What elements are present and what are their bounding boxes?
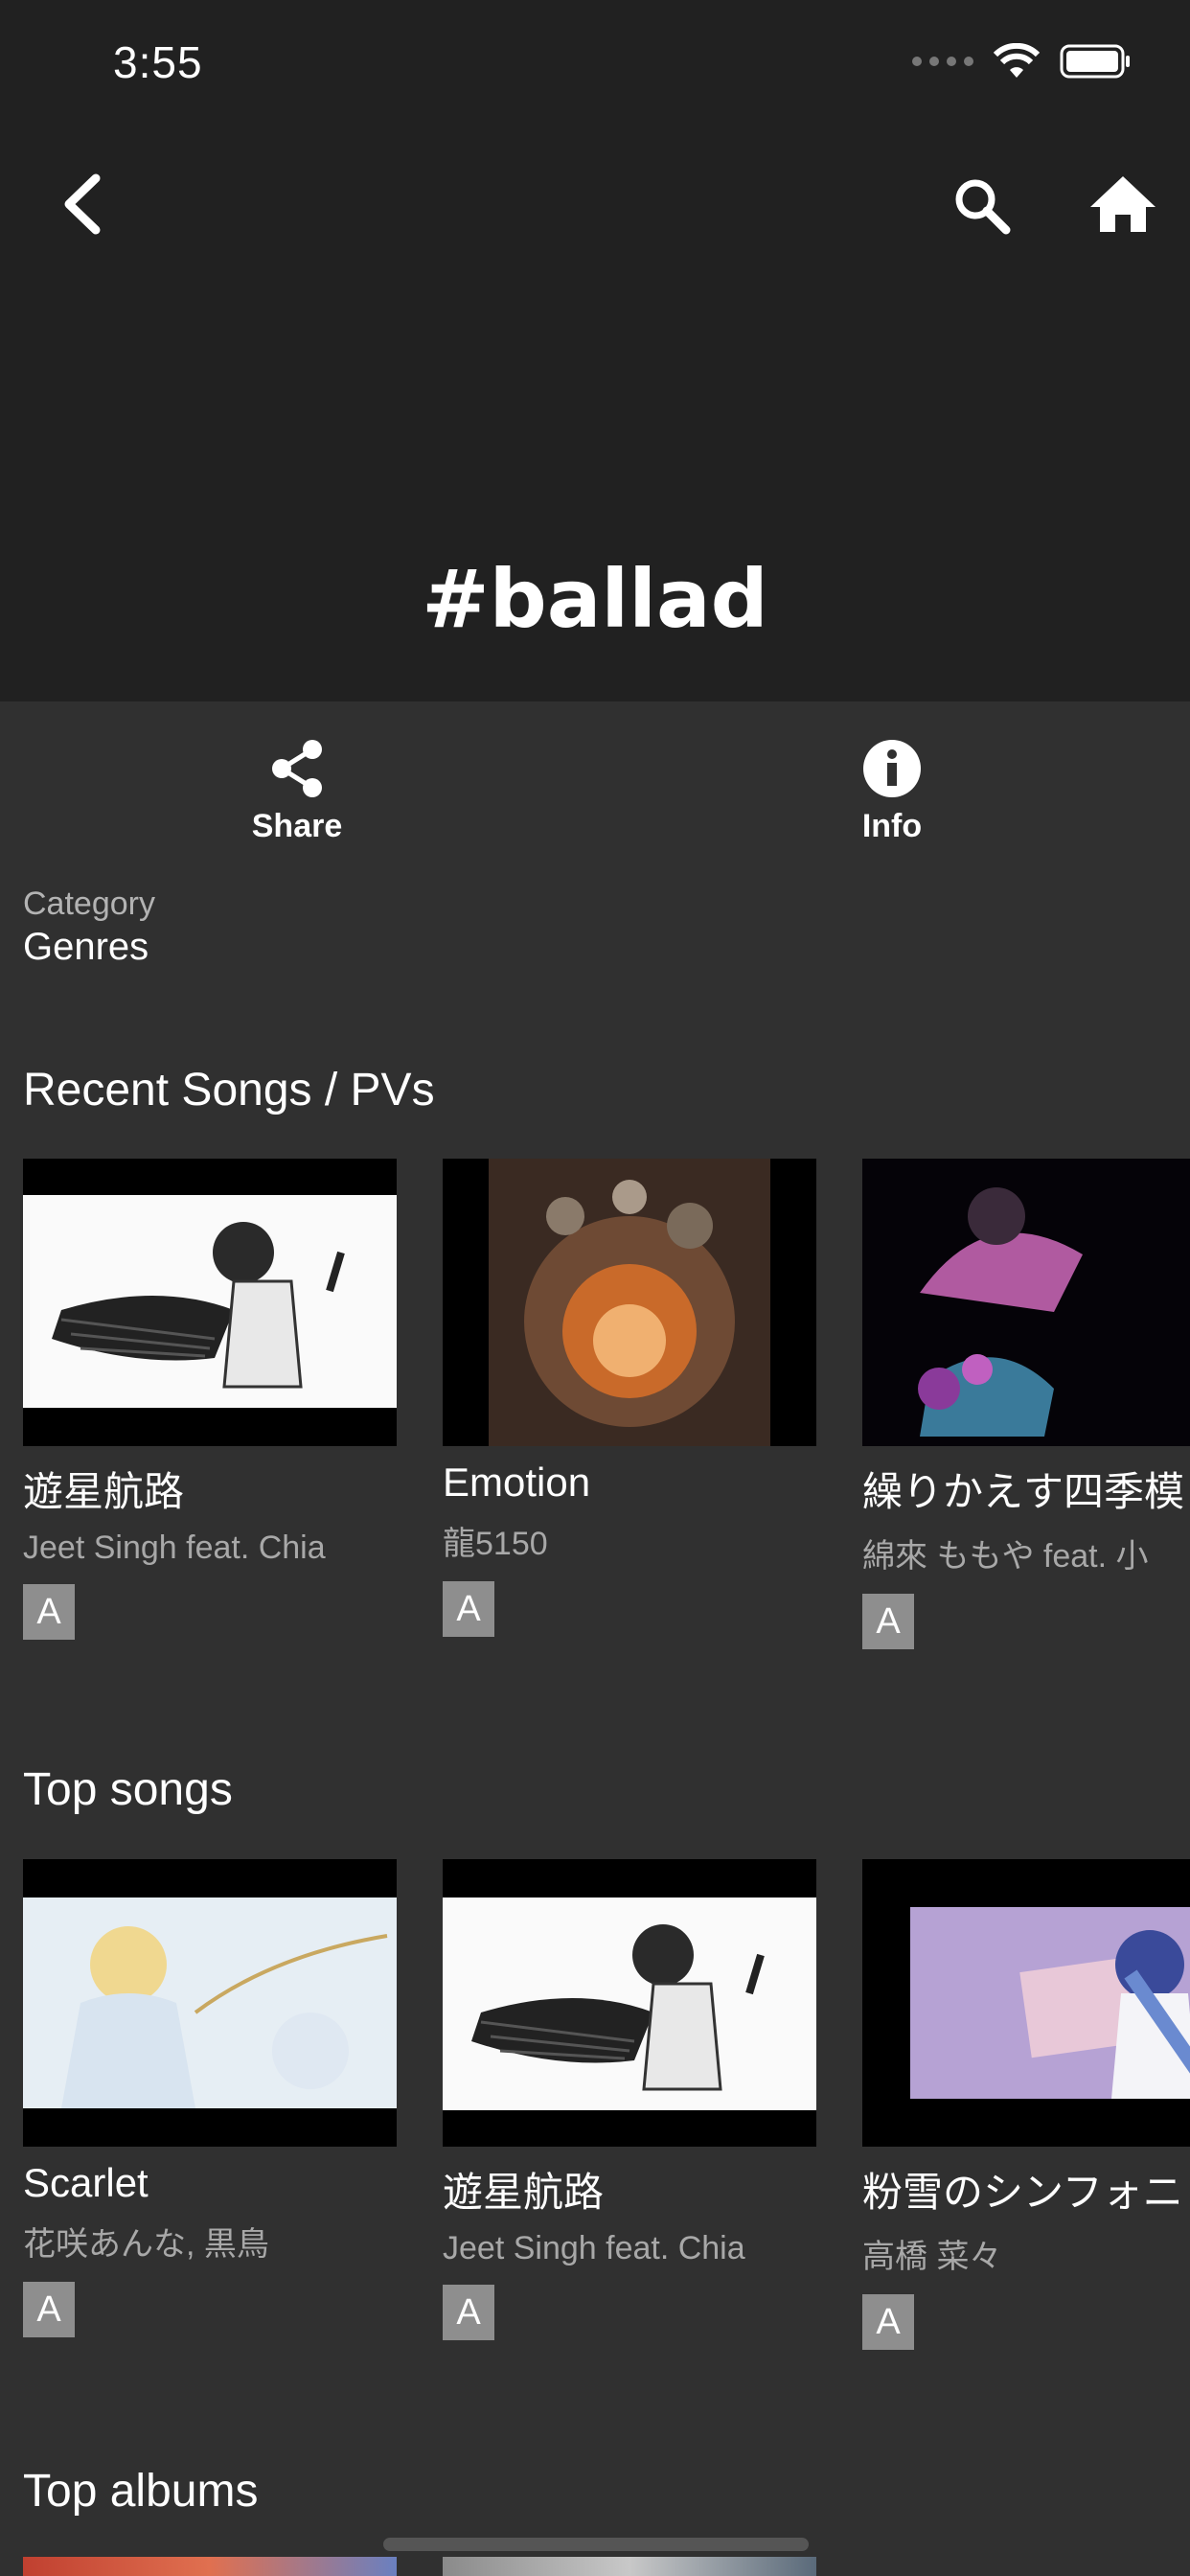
wifi-icon — [993, 43, 1041, 78]
song-title: 遊星航路 — [23, 1469, 185, 1514]
song-type-badge: A — [23, 1584, 75, 1640]
share-label: Share — [251, 808, 343, 844]
song-thumbnail — [862, 1159, 1190, 1446]
song-title: 遊星航路 — [443, 2170, 605, 2215]
category-label: Category — [23, 886, 155, 922]
page-title: #ballad — [422, 552, 768, 646]
song-artist: 高橋 菜々 — [862, 2239, 1002, 2275]
song-artist: Jeet Singh feat. Chia — [23, 1530, 326, 1566]
battery-icon — [1060, 44, 1130, 79]
info-label: Info — [861, 808, 923, 844]
song-artist: 綿來 ももや feat. 小 — [862, 1538, 1149, 1575]
song-title: 繰りかえす四季模 — [862, 1469, 1185, 1514]
album-thumbnail[interactable] — [443, 2557, 816, 2576]
song-card[interactable]: 繰りかえす四季模 綿來 ももや feat. 小 A — [862, 1159, 1190, 1649]
header: 3:55 #ballad — [0, 0, 1190, 702]
song-type-badge: A — [443, 2285, 494, 2340]
song-title: Emotion — [443, 1460, 591, 1505]
song-card[interactable]: 遊星航路 Jeet Singh feat. Chia A — [443, 1859, 816, 2340]
album-thumbnail[interactable] — [23, 2557, 397, 2576]
status-time: 3:55 — [113, 37, 203, 87]
search-icon[interactable] — [949, 172, 1016, 240]
home-indicator[interactable] — [383, 2538, 809, 2551]
song-thumbnail — [23, 1159, 397, 1446]
song-type-badge: A — [443, 1581, 494, 1637]
recent-songs-title: Recent Songs / PVs — [23, 1065, 435, 1116]
song-artist: 龍5150 — [443, 1526, 548, 1562]
song-artist: Jeet Singh feat. Chia — [443, 2230, 745, 2266]
song-title: 粉雪のシンフォニ — [862, 2170, 1183, 2215]
share-icon — [272, 740, 322, 797]
info-button[interactable]: Info — [777, 738, 1007, 845]
song-card[interactable]: 粉雪のシンフォニ 高橋 菜々 A — [862, 1859, 1190, 2350]
top-albums-title: Top albums — [23, 2466, 259, 2517]
song-type-badge: A — [23, 2282, 75, 2337]
song-title: Scarlet — [23, 2160, 149, 2205]
home-icon[interactable] — [1085, 171, 1161, 238]
song-card[interactable]: 遊星航路 Jeet Singh feat. Chia A — [23, 1159, 397, 1640]
song-thumbnail — [862, 1859, 1190, 2147]
song-card[interactable]: Scarlet 花咲あんな, 黒鳥 A — [23, 1859, 397, 2337]
song-type-badge: A — [862, 2294, 914, 2350]
song-thumbnail — [23, 1859, 397, 2147]
song-card[interactable]: Emotion 龍5150 A — [443, 1159, 816, 1637]
back-icon[interactable] — [54, 171, 111, 238]
song-thumbnail — [443, 1159, 816, 1446]
top-songs-title: Top songs — [23, 1764, 233, 1815]
cellular-signal-icon — [912, 57, 973, 66]
category-value[interactable]: Genres — [23, 926, 149, 969]
share-button[interactable]: Share — [182, 738, 412, 845]
status-icons — [912, 42, 1133, 80]
song-artist: 花咲あんな, 黒鳥 — [23, 2226, 269, 2263]
info-icon — [863, 740, 921, 797]
song-type-badge: A — [862, 1594, 914, 1649]
song-thumbnail — [443, 1859, 816, 2147]
